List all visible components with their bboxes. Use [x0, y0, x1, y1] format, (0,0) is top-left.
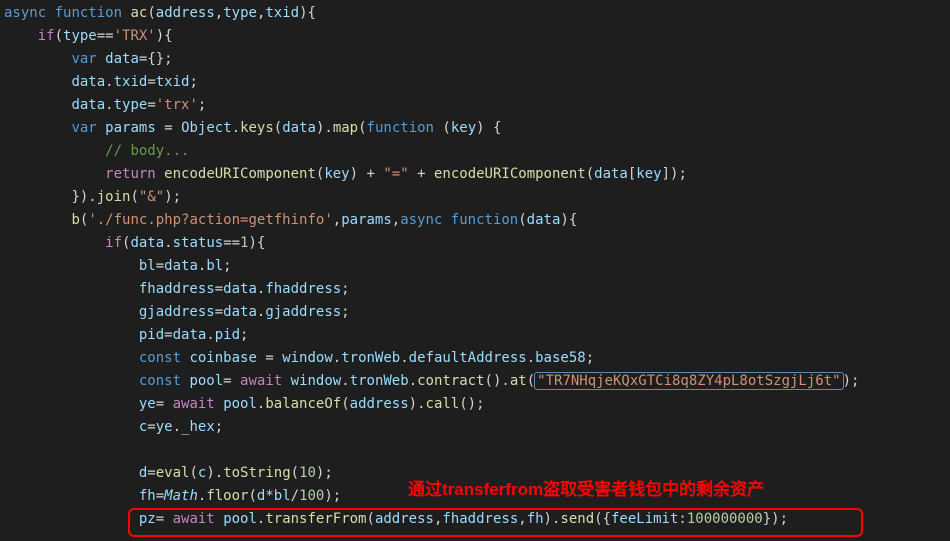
code-block: async function ac(address,type,txid){ if… — [0, 0, 950, 535]
